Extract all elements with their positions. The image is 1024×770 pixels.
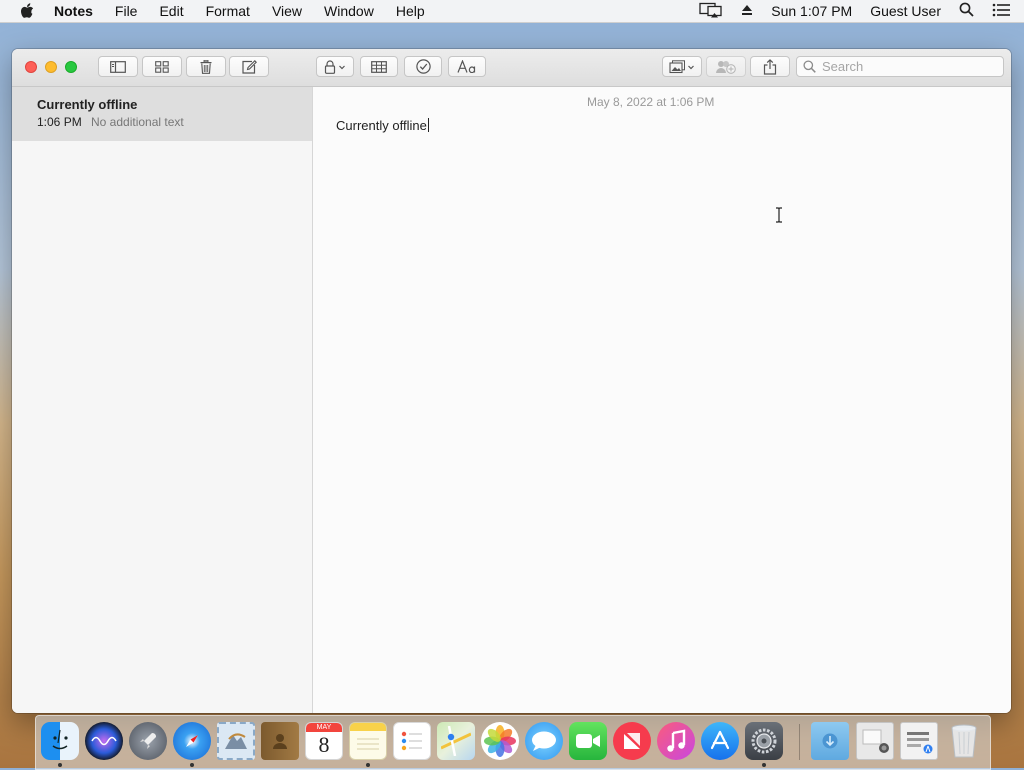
ibeam-cursor-icon bbox=[776, 207, 782, 223]
lock-icon bbox=[324, 59, 345, 74]
grid-icon bbox=[155, 60, 169, 73]
running-indicator bbox=[190, 763, 194, 767]
close-button[interactable] bbox=[25, 61, 37, 73]
table-button[interactable] bbox=[360, 56, 398, 77]
dock: MAY 8 bbox=[35, 715, 991, 770]
share-icon bbox=[763, 58, 777, 75]
note-editor[interactable]: May 8, 2022 at 1:06 PM Currently offline bbox=[313, 87, 1011, 713]
note-date: May 8, 2022 at 1:06 PM bbox=[587, 95, 715, 109]
menu-format[interactable]: Format bbox=[206, 3, 250, 19]
news-icon[interactable] bbox=[613, 722, 651, 760]
lock-note-button[interactable] bbox=[316, 56, 354, 77]
trash-icon bbox=[200, 59, 212, 74]
add-people-button[interactable] bbox=[706, 56, 746, 77]
window-toolbar bbox=[12, 49, 1011, 87]
sidebar-icon bbox=[110, 60, 126, 73]
user-menu[interactable]: Guest User bbox=[870, 3, 941, 19]
notes-window: Currently offline 1:06 PM No additional … bbox=[12, 49, 1011, 713]
menu-edit[interactable]: Edit bbox=[159, 3, 183, 19]
list-item[interactable]: Currently offline 1:06 PM No additional … bbox=[12, 87, 312, 141]
facetime-icon[interactable] bbox=[569, 722, 607, 760]
checkmark-circle-icon bbox=[415, 59, 431, 74]
reminders-icon[interactable] bbox=[393, 722, 431, 760]
table-icon bbox=[371, 60, 387, 73]
photo-icon bbox=[669, 59, 694, 73]
running-indicator bbox=[58, 763, 62, 767]
new-note-button[interactable] bbox=[229, 56, 269, 77]
menu-file[interactable]: File bbox=[115, 3, 138, 19]
compose-icon bbox=[241, 59, 257, 74]
mail-icon[interactable] bbox=[217, 722, 255, 760]
zoom-button[interactable] bbox=[65, 61, 77, 73]
preview-stack-icon[interactable] bbox=[856, 722, 894, 760]
note-time: 1:06 PM bbox=[37, 115, 82, 129]
checklist-button[interactable] bbox=[404, 56, 442, 77]
safari-icon[interactable] bbox=[173, 722, 211, 760]
contacts-icon[interactable] bbox=[261, 722, 299, 760]
music-icon[interactable] bbox=[657, 722, 695, 760]
trash-icon[interactable] bbox=[945, 722, 983, 760]
downloads-folder-icon[interactable] bbox=[811, 722, 849, 760]
menu-window[interactable]: Window bbox=[324, 3, 374, 19]
calendar-day: 8 bbox=[318, 732, 330, 757]
apple-menu-icon[interactable] bbox=[20, 3, 34, 19]
minimize-button[interactable] bbox=[45, 61, 57, 73]
add-people-icon bbox=[716, 61, 736, 74]
share-button[interactable] bbox=[750, 56, 790, 77]
note-preview: No additional text bbox=[91, 115, 184, 129]
menu-app-notes[interactable]: Notes bbox=[54, 3, 93, 19]
app-store-icon[interactable] bbox=[701, 722, 739, 760]
siri-icon[interactable] bbox=[85, 722, 123, 760]
add-media-button[interactable] bbox=[662, 56, 702, 77]
calendar-icon[interactable]: MAY 8 bbox=[305, 722, 343, 760]
toggle-sidebar-button[interactable] bbox=[98, 56, 138, 77]
running-indicator bbox=[366, 763, 370, 767]
launchpad-icon[interactable] bbox=[129, 722, 167, 760]
text-caret bbox=[427, 118, 429, 132]
messages-icon[interactable] bbox=[525, 722, 563, 760]
note-body-text: Currently offline bbox=[336, 118, 427, 133]
notification-center-icon[interactable] bbox=[992, 3, 1010, 20]
dock-separator bbox=[799, 724, 800, 760]
format-text-button[interactable] bbox=[448, 56, 486, 77]
airplay-display-icon[interactable] bbox=[699, 2, 723, 21]
note-body[interactable]: Currently offline bbox=[336, 118, 429, 133]
delete-note-button[interactable] bbox=[186, 56, 226, 77]
finder-icon[interactable] bbox=[41, 722, 79, 760]
search-icon bbox=[803, 60, 816, 73]
menu-bar: Notes File Edit Format View Window Help … bbox=[0, 0, 1024, 23]
documents-stack-icon[interactable] bbox=[900, 722, 938, 760]
text-format-icon bbox=[457, 60, 476, 73]
notes-list: Currently offline 1:06 PM No additional … bbox=[12, 87, 313, 713]
menu-view[interactable]: View bbox=[272, 3, 302, 19]
notes-icon[interactable] bbox=[349, 722, 387, 760]
gallery-view-button[interactable] bbox=[142, 56, 182, 77]
photos-icon[interactable] bbox=[481, 722, 519, 760]
menu-help[interactable]: Help bbox=[396, 3, 425, 19]
spotlight-search-icon[interactable] bbox=[959, 2, 974, 20]
menubar-clock[interactable]: Sun 1:07 PM bbox=[771, 3, 852, 19]
calendar-month: MAY bbox=[306, 723, 342, 732]
search-field[interactable] bbox=[796, 56, 1004, 77]
running-indicator bbox=[762, 763, 766, 767]
note-title: Currently offline bbox=[37, 97, 138, 112]
maps-icon[interactable] bbox=[437, 722, 475, 760]
system-preferences-icon[interactable] bbox=[745, 722, 783, 760]
search-input[interactable] bbox=[822, 59, 992, 74]
eject-icon[interactable] bbox=[741, 3, 753, 19]
